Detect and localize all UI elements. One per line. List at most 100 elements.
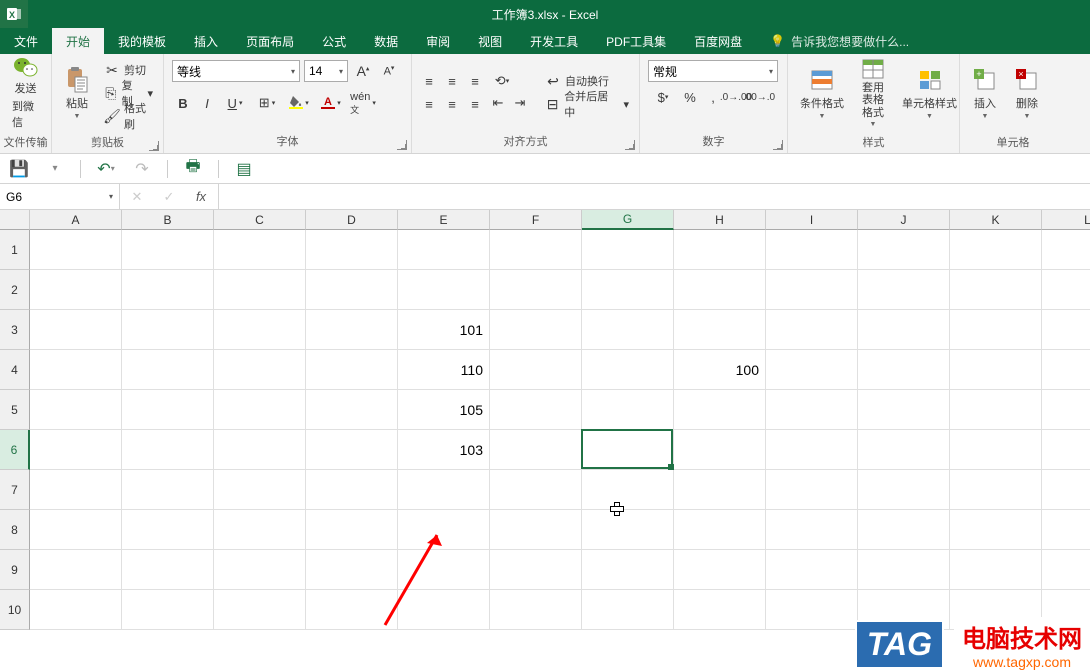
cell[interactable] bbox=[674, 270, 766, 310]
decrease-indent-button[interactable]: ⇤ bbox=[487, 92, 509, 114]
select-all-corner[interactable] bbox=[0, 210, 30, 230]
cell[interactable] bbox=[306, 550, 398, 590]
cell[interactable] bbox=[214, 270, 306, 310]
column-header[interactable]: B bbox=[122, 210, 214, 230]
cell[interactable] bbox=[214, 390, 306, 430]
column-header[interactable]: F bbox=[490, 210, 582, 230]
tab-审阅[interactable]: 审阅 bbox=[412, 28, 464, 54]
cell[interactable] bbox=[1042, 270, 1090, 310]
save-button[interactable]: 💾 bbox=[8, 158, 30, 180]
cell[interactable] bbox=[214, 510, 306, 550]
cell[interactable] bbox=[766, 590, 858, 630]
cell[interactable] bbox=[766, 510, 858, 550]
percent-button[interactable]: % bbox=[679, 86, 701, 108]
align-middle-button[interactable]: ≡ bbox=[441, 70, 463, 92]
dialog-launcher-icon[interactable] bbox=[149, 141, 159, 151]
cell[interactable] bbox=[122, 350, 214, 390]
align-bottom-button[interactable]: ≡ bbox=[464, 70, 486, 92]
cell[interactable] bbox=[582, 270, 674, 310]
bold-button[interactable]: B bbox=[172, 92, 194, 114]
cell[interactable] bbox=[674, 510, 766, 550]
increase-indent-button[interactable]: ⇥ bbox=[509, 92, 531, 114]
row-header[interactable]: 1 bbox=[0, 230, 30, 270]
conditional-format-button[interactable]: 条件格式▼ bbox=[794, 58, 850, 128]
cell[interactable] bbox=[1042, 470, 1090, 510]
cell[interactable] bbox=[30, 590, 122, 630]
cell[interactable] bbox=[306, 390, 398, 430]
cell[interactable] bbox=[122, 230, 214, 270]
italic-button[interactable]: I bbox=[196, 92, 218, 114]
number-format-combo[interactable]: 常规▾ bbox=[648, 60, 778, 82]
tab-开始[interactable]: 开始 bbox=[52, 28, 104, 54]
font-name-combo[interactable]: 等线▾ bbox=[172, 60, 300, 82]
column-header[interactable]: D bbox=[306, 210, 398, 230]
cell[interactable] bbox=[858, 230, 950, 270]
redo-button[interactable]: ↷ bbox=[131, 158, 153, 180]
cell[interactable] bbox=[398, 510, 490, 550]
name-box[interactable]: ▾ bbox=[0, 184, 120, 209]
column-header[interactable]: E bbox=[398, 210, 490, 230]
dialog-launcher-icon[interactable] bbox=[773, 140, 783, 150]
cell[interactable] bbox=[398, 550, 490, 590]
row-header[interactable]: 9 bbox=[0, 550, 30, 590]
cell[interactable] bbox=[122, 470, 214, 510]
cell[interactable] bbox=[306, 430, 398, 470]
row-header[interactable]: 2 bbox=[0, 270, 30, 310]
tab-百度网盘[interactable]: 百度网盘 bbox=[680, 28, 756, 54]
row-header[interactable]: 4 bbox=[0, 350, 30, 390]
cell[interactable] bbox=[950, 270, 1042, 310]
cell[interactable] bbox=[950, 230, 1042, 270]
cell[interactable] bbox=[398, 470, 490, 510]
cell[interactable] bbox=[674, 310, 766, 350]
cell[interactable] bbox=[766, 230, 858, 270]
cell[interactable] bbox=[1042, 310, 1090, 350]
cell[interactable] bbox=[766, 270, 858, 310]
cell[interactable] bbox=[490, 470, 582, 510]
underline-button[interactable]: U▾ bbox=[220, 92, 250, 114]
column-header[interactable]: L bbox=[1042, 210, 1090, 230]
cell[interactable] bbox=[30, 230, 122, 270]
cell[interactable] bbox=[122, 590, 214, 630]
cell[interactable] bbox=[582, 510, 674, 550]
column-header[interactable]: A bbox=[30, 210, 122, 230]
cell[interactable] bbox=[674, 230, 766, 270]
macros-button[interactable]: ▤ bbox=[233, 158, 255, 180]
format-painter-button[interactable]: 🖌格式刷 bbox=[100, 105, 157, 127]
dialog-launcher-icon[interactable] bbox=[397, 140, 407, 150]
cell[interactable] bbox=[122, 270, 214, 310]
cell[interactable] bbox=[306, 270, 398, 310]
print-preview-button[interactable]: 🖶 bbox=[182, 158, 204, 180]
dialog-launcher-icon[interactable] bbox=[625, 140, 635, 150]
cell[interactable] bbox=[122, 510, 214, 550]
cell[interactable] bbox=[582, 430, 674, 470]
enter-formula-button[interactable]: ✓ bbox=[158, 186, 180, 208]
cell[interactable] bbox=[490, 550, 582, 590]
cell[interactable] bbox=[306, 590, 398, 630]
cell[interactable] bbox=[858, 550, 950, 590]
cell[interactable] bbox=[30, 470, 122, 510]
tab-数据[interactable]: 数据 bbox=[360, 28, 412, 54]
cell[interactable] bbox=[306, 470, 398, 510]
cell[interactable] bbox=[122, 390, 214, 430]
cell[interactable] bbox=[122, 310, 214, 350]
delete-cells-button[interactable]: × 删除▼ bbox=[1008, 58, 1046, 128]
tab-我的模板[interactable]: 我的模板 bbox=[104, 28, 180, 54]
cell[interactable] bbox=[858, 310, 950, 350]
border-button[interactable]: ⊞▾ bbox=[252, 92, 282, 114]
send-to-wechat-button[interactable]: 发送 到微信 bbox=[6, 58, 45, 128]
cell[interactable] bbox=[1042, 430, 1090, 470]
column-header[interactable]: J bbox=[858, 210, 950, 230]
cell[interactable] bbox=[214, 230, 306, 270]
cell[interactable] bbox=[1042, 390, 1090, 430]
increase-font-button[interactable]: A▴ bbox=[352, 60, 374, 82]
cell[interactable] bbox=[490, 310, 582, 350]
align-right-button[interactable]: ≡ bbox=[464, 93, 486, 115]
cell[interactable] bbox=[582, 310, 674, 350]
row-header[interactable]: 3 bbox=[0, 310, 30, 350]
cell[interactable]: 100 bbox=[674, 350, 766, 390]
chevron-down-icon[interactable]: ▾ bbox=[109, 192, 113, 201]
tab-文件[interactable]: 文件 bbox=[0, 28, 52, 54]
cell[interactable] bbox=[582, 470, 674, 510]
cell[interactable] bbox=[122, 430, 214, 470]
align-top-button[interactable]: ≡ bbox=[418, 70, 440, 92]
